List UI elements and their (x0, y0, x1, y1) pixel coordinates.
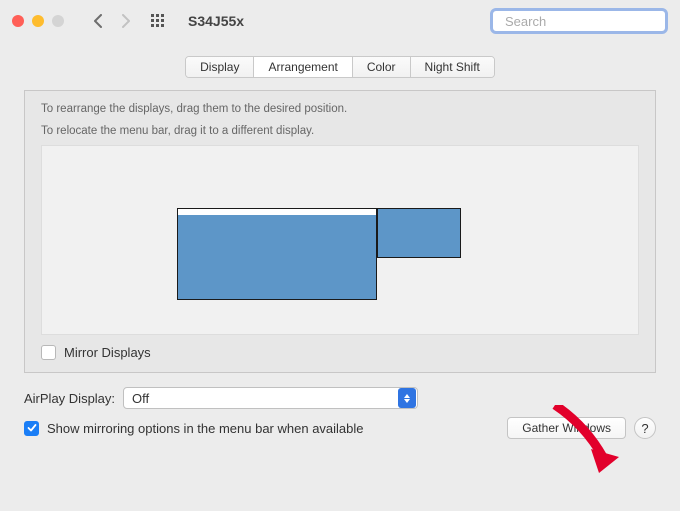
window-controls (12, 15, 64, 27)
tab-arrangement[interactable]: Arrangement (253, 57, 351, 77)
content-area: Display Arrangement Color Night Shift To… (0, 42, 680, 453)
show-mirror-checkbox[interactable] (24, 421, 39, 436)
minimize-button[interactable] (32, 15, 44, 27)
instruction-line2: To relocate the menu bar, drag it to a d… (41, 123, 639, 139)
tab-display[interactable]: Display (186, 57, 253, 77)
titlebar: S34J55x (0, 0, 680, 42)
arrangement-panel: To rearrange the displays, drag them to … (24, 90, 656, 373)
show-mirror-label: Show mirroring options in the menu bar w… (47, 421, 364, 436)
airplay-row: AirPlay Display: Off (24, 387, 656, 409)
footer-row: Show mirroring options in the menu bar w… (24, 417, 656, 439)
display-arrangement-area (41, 145, 639, 335)
display-secondary[interactable] (377, 208, 461, 258)
forward-button[interactable] (116, 11, 136, 31)
close-button[interactable] (12, 15, 24, 27)
tab-night-shift[interactable]: Night Shift (410, 57, 494, 77)
search-input[interactable] (505, 14, 680, 29)
back-button[interactable] (88, 11, 108, 31)
window-title: S34J55x (188, 13, 244, 29)
airplay-label: AirPlay Display: (24, 391, 115, 406)
tab-row: Display Arrangement Color Night Shift (24, 52, 656, 90)
gather-windows-button[interactable]: Gather Windows (507, 417, 626, 439)
display-main[interactable] (177, 208, 377, 300)
mirror-displays-row: Mirror Displays (41, 345, 639, 360)
popup-stepper-icon (398, 388, 416, 408)
mirror-displays-label: Mirror Displays (64, 345, 151, 360)
airplay-value: Off (132, 391, 149, 406)
zoom-button-disabled (52, 15, 64, 27)
instruction-line1: To rearrange the displays, drag them to … (41, 101, 639, 117)
check-icon (27, 423, 37, 433)
segmented-tabs: Display Arrangement Color Night Shift (185, 56, 495, 78)
search-field-wrap[interactable] (490, 8, 668, 34)
tab-color[interactable]: Color (352, 57, 410, 77)
help-button[interactable]: ? (634, 417, 656, 439)
airplay-popup[interactable]: Off (123, 387, 418, 409)
mirror-displays-checkbox[interactable] (41, 345, 56, 360)
show-all-button[interactable] (148, 11, 168, 31)
